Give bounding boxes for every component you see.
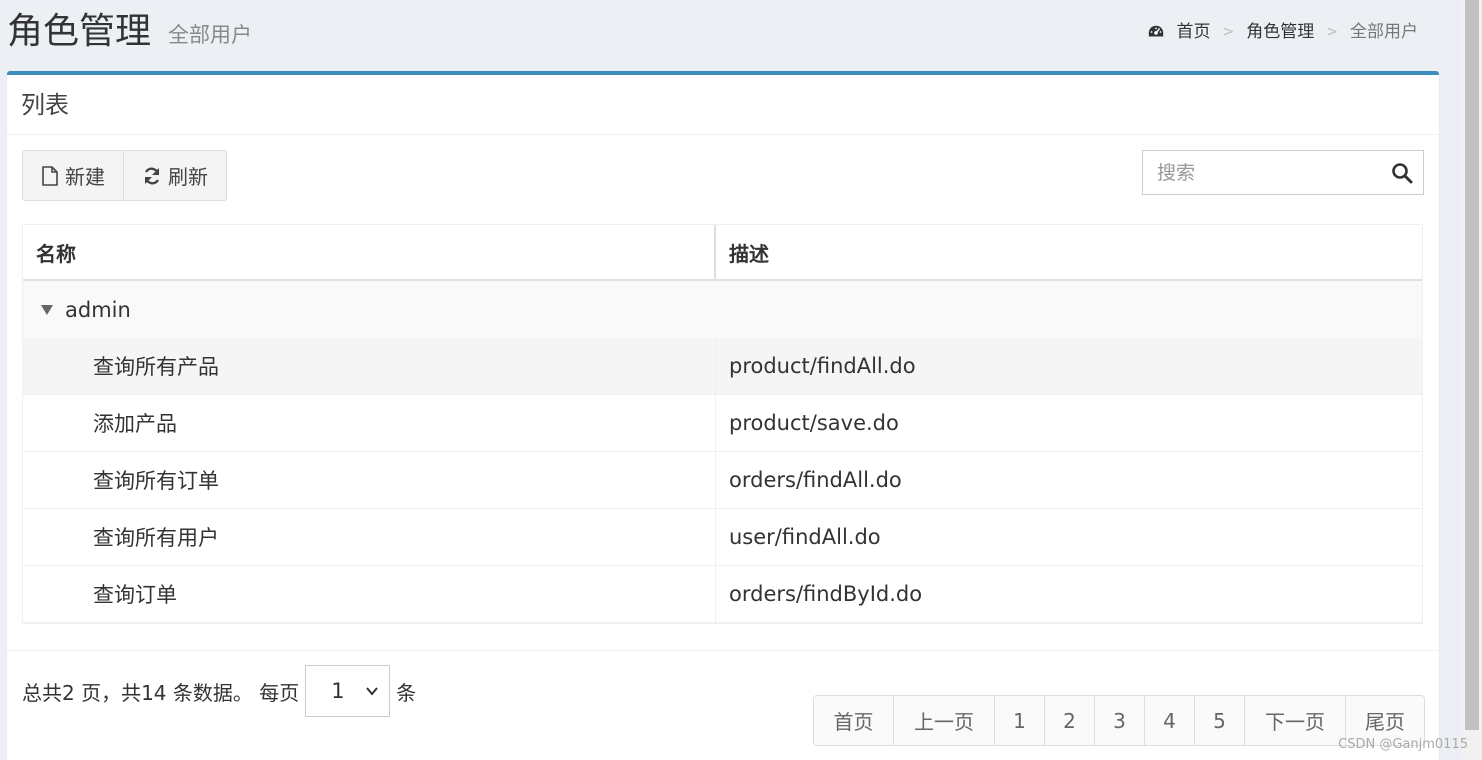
refresh-button-label: 刷新 (168, 165, 208, 189)
dashboard-icon (1148, 25, 1163, 37)
page-1[interactable]: 1 (994, 696, 1044, 745)
column-header-description[interactable]: 描述 (716, 225, 1422, 279)
cell-description: orders/findAll.do (729, 468, 902, 492)
cell-description: product/findAll.do (729, 354, 916, 378)
new-button[interactable]: 新建 (23, 151, 123, 200)
table-row[interactable]: 查询所有订单 orders/findAll.do (23, 452, 1422, 509)
chevron-down-icon (366, 687, 379, 696)
search-box (1142, 150, 1424, 195)
page-summary: 总共2 页，共14 条数据。 每页 (22, 680, 300, 705)
breadcrumb-role-management[interactable]: 角色管理 (1246, 20, 1314, 44)
page-prev[interactable]: 上一页 (893, 696, 994, 745)
column-header-name[interactable]: 名称 (23, 225, 716, 279)
caret-down-icon[interactable] (41, 304, 53, 315)
cell-description: user/findAll.do (729, 525, 881, 549)
file-icon (42, 165, 58, 186)
table-row[interactable]: 查询所有产品 product/findAll.do (23, 338, 1422, 395)
page-title: 角色管理 (7, 11, 152, 52)
page-2[interactable]: 2 (1044, 696, 1094, 745)
box-header: 列表 (7, 75, 1439, 135)
pagination: 首页 上一页 1 2 3 4 5 下一页 尾页 (813, 695, 1425, 746)
cell-name: 查询订单 (23, 566, 716, 622)
list-box: 列表 新建 刷新 名称 描述 (7, 71, 1439, 760)
breadcrumb-home[interactable]: 首页 (1177, 20, 1211, 44)
page-header: 角色管理 全部用户 首页 > 角色管理 > 全部用户 (0, 0, 1462, 72)
box-title: 列表 (21, 91, 69, 119)
cell-description: orders/findById.do (729, 582, 923, 606)
page-size-value: 1 (331, 679, 345, 703)
cell-name: 查询所有用户 (23, 509, 716, 565)
table-row[interactable]: 查询所有用户 user/findAll.do (23, 509, 1422, 566)
cell-description: product/save.do (729, 411, 899, 435)
refresh-button[interactable]: 刷新 (123, 151, 226, 200)
vertical-scrollbar[interactable] (1462, 0, 1482, 760)
cell-name: 查询所有订单 (23, 452, 716, 508)
watermark: CSDN @Ganjm0115 (1338, 737, 1468, 752)
group-label: admin (65, 297, 131, 322)
refresh-icon (144, 167, 160, 184)
permission-table: 名称 描述 admin 查询所有产品 product/findAll.do 添加… (22, 224, 1423, 624)
search-icon[interactable] (1391, 162, 1413, 184)
page-next[interactable]: 下一页 (1244, 696, 1345, 745)
cell-name: 添加产品 (23, 395, 716, 451)
page-first[interactable]: 首页 (814, 696, 893, 745)
box-footer-divider (7, 650, 1439, 651)
breadcrumb: 首页 > 角色管理 > 全部用户 (1147, 20, 1418, 44)
search-input[interactable] (1143, 151, 1383, 194)
page-info: 总共2 页，共14 条数据。 每页 1 条 (22, 665, 416, 717)
new-button-label: 新建 (65, 165, 105, 189)
toolbar: 新建 刷新 (22, 150, 227, 201)
page-size-select[interactable]: 1 (305, 665, 391, 717)
page-5[interactable]: 5 (1194, 696, 1244, 745)
tree-group-row[interactable]: admin (23, 281, 1422, 338)
page-3[interactable]: 3 (1094, 696, 1144, 745)
breadcrumb-separator: > (1222, 24, 1235, 40)
table-header: 名称 描述 (23, 225, 1422, 281)
cell-name: 查询所有产品 (23, 338, 716, 394)
table-row[interactable]: 查询订单 orders/findById.do (23, 566, 1422, 623)
page-size-unit: 条 (396, 680, 417, 705)
scrollbar-thumb[interactable] (1465, 0, 1479, 730)
page-subtitle: 全部用户 (168, 23, 252, 47)
breadcrumb-current: 全部用户 (1350, 22, 1418, 42)
page-4[interactable]: 4 (1144, 696, 1194, 745)
breadcrumb-separator: > (1326, 24, 1338, 40)
table-row[interactable]: 添加产品 product/save.do (23, 395, 1422, 452)
